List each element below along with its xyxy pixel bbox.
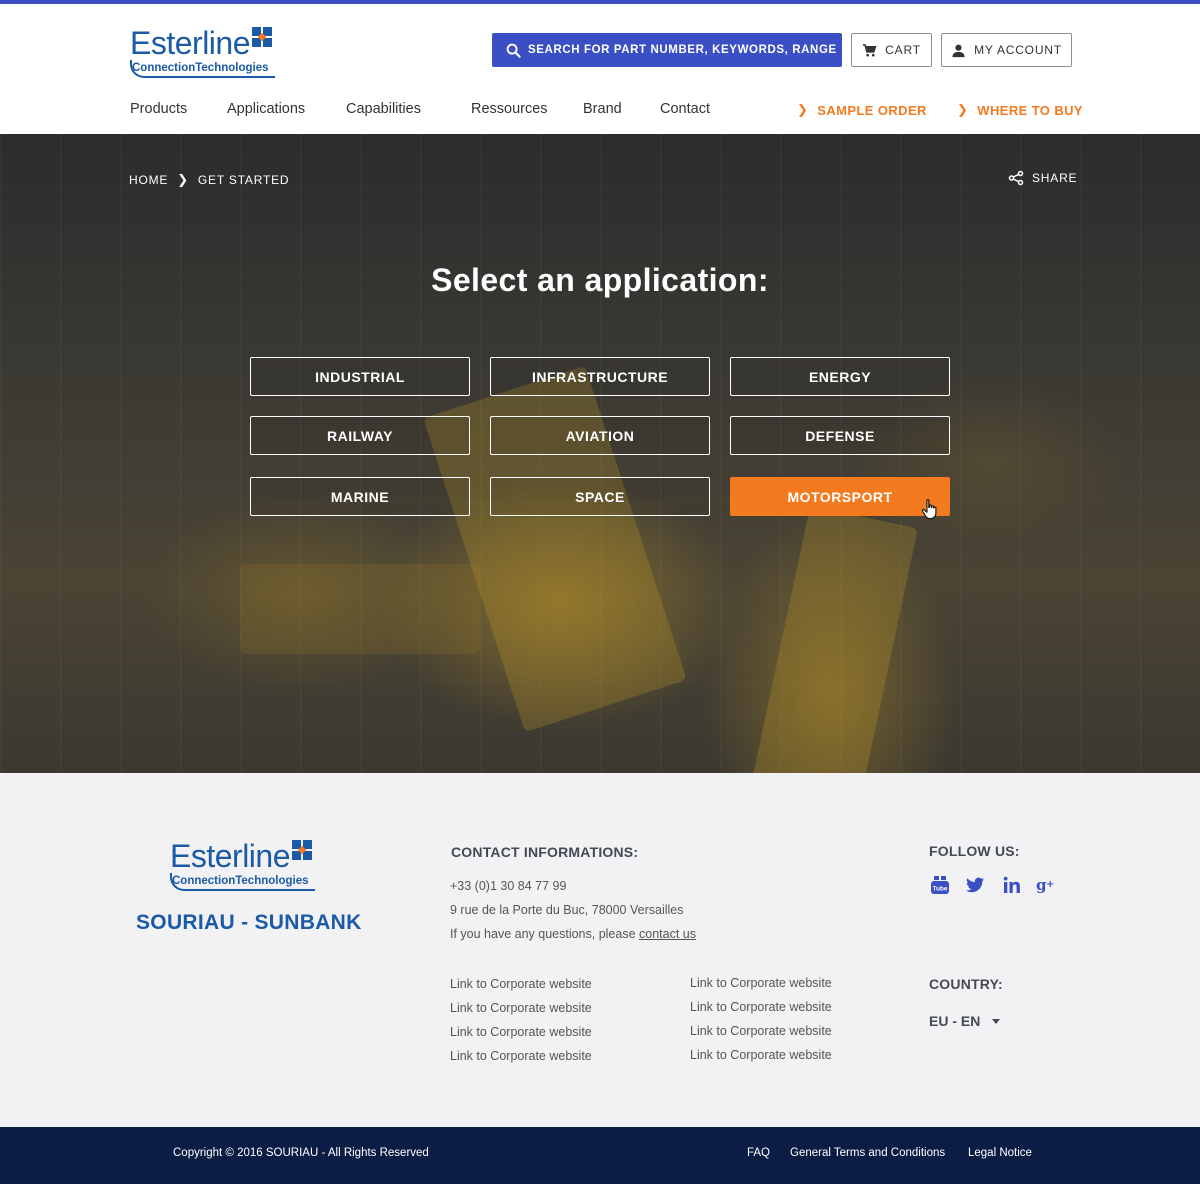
search-icon bbox=[506, 43, 521, 58]
nav-brand[interactable]: Brand bbox=[583, 101, 622, 117]
sample-order-label: Sample order bbox=[817, 102, 927, 118]
logo-subtitle: ConnectionTechnologies bbox=[172, 875, 309, 887]
share-label: Share bbox=[1032, 171, 1078, 185]
contact-heading: CONTACT INFORMATIONS: bbox=[451, 844, 639, 860]
logo-square-icon bbox=[292, 840, 312, 860]
breadcrumb-home[interactable]: Home bbox=[129, 173, 168, 187]
hero-background-machine bbox=[240, 564, 480, 654]
cart-icon bbox=[863, 43, 877, 56]
sample-order-link[interactable]: ❯ Sample order bbox=[797, 102, 927, 118]
nav-capabilities[interactable]: Capabilities bbox=[346, 101, 421, 117]
chevron-right-icon: ❯ bbox=[957, 102, 969, 117]
corporate-link[interactable]: Link to Corporate website bbox=[450, 977, 592, 991]
search-label: Search for part number, keywords, range bbox=[528, 44, 837, 56]
search-button[interactable]: Search for part number, keywords, range bbox=[492, 33, 842, 67]
corporate-link[interactable]: Link to Corporate website bbox=[450, 1001, 592, 1015]
application-energy-button[interactable]: Energy bbox=[730, 357, 950, 396]
share-button[interactable]: Share bbox=[1008, 170, 1077, 186]
site-header: Esterline ConnectionTechnologies Search … bbox=[0, 4, 1200, 134]
application-railway-button[interactable]: Railway bbox=[250, 416, 470, 455]
terms-link[interactable]: General Terms and Conditions bbox=[790, 1147, 945, 1159]
application-marine-button[interactable]: Marine bbox=[250, 477, 470, 516]
corporate-link[interactable]: Link to Corporate website bbox=[690, 976, 832, 990]
contact-phone: +33 (0)1 30 84 77 99 bbox=[450, 879, 567, 893]
hero-section: Home ❯ Get started Share Select an appli… bbox=[0, 134, 1200, 773]
application-aviation-button[interactable]: Aviation bbox=[490, 416, 710, 455]
application-motorsport-button[interactable]: Motorsport bbox=[730, 477, 950, 516]
chevron-right-icon: ❯ bbox=[177, 172, 189, 187]
esterline-logo[interactable]: Esterline ConnectionTechnologies bbox=[130, 26, 280, 82]
corporate-link[interactable]: Link to Corporate website bbox=[690, 1024, 832, 1038]
logo-square-icon bbox=[252, 27, 272, 47]
application-industrial-button[interactable]: Industrial bbox=[250, 357, 470, 396]
souriau-sunbank-brand: SOURIAU - SUNBANK bbox=[136, 911, 362, 934]
application-infrastructure-button[interactable]: Infrastructure bbox=[490, 357, 710, 396]
country-selector[interactable]: EU - EN bbox=[929, 1013, 1001, 1029]
nav-contact[interactable]: Contact bbox=[660, 101, 710, 117]
corporate-link[interactable]: Link to Corporate website bbox=[690, 1048, 832, 1062]
user-icon bbox=[952, 44, 965, 57]
faq-link[interactable]: FAQ bbox=[747, 1147, 770, 1159]
where-to-buy-link[interactable]: ❯ Where to buy bbox=[957, 102, 1083, 118]
google-plus-icon[interactable]: g + bbox=[1035, 874, 1057, 896]
chevron-right-icon: ❯ bbox=[797, 102, 809, 117]
hand-pointer-cursor-icon bbox=[921, 499, 937, 520]
nav-applications[interactable]: Applications bbox=[227, 101, 305, 117]
breadcrumb-current: Get started bbox=[197, 173, 290, 187]
logo-wordmark: Esterline bbox=[170, 838, 291, 874]
my-account-label: My Account bbox=[974, 43, 1062, 57]
country-value: EU - EN bbox=[929, 1013, 981, 1029]
logo-subtitle: ConnectionTechnologies bbox=[132, 62, 269, 74]
hero-background-robot-arm bbox=[752, 505, 918, 773]
copyright-bar: Copyright © 2016 SOURIAU - All Rights Re… bbox=[0, 1127, 1200, 1184]
contact-address: 9 rue de la Porte du Buc, 78000 Versaill… bbox=[450, 903, 684, 917]
twitter-icon[interactable] bbox=[964, 874, 986, 896]
logo-wordmark: Esterline bbox=[130, 25, 251, 61]
site-footer: Esterline ConnectionTechnologies SOURIAU… bbox=[0, 773, 1200, 1127]
caret-down-icon bbox=[992, 1018, 1001, 1024]
breadcrumb: Home ❯ Get started bbox=[129, 172, 289, 188]
contact-us-link[interactable]: contact us bbox=[639, 927, 696, 941]
svg-text:+: + bbox=[1046, 879, 1054, 890]
cart-label: Cart bbox=[885, 43, 921, 57]
page-title: Select an application: bbox=[431, 262, 769, 298]
corporate-link[interactable]: Link to Corporate website bbox=[450, 1025, 592, 1039]
corporate-link[interactable]: Link to Corporate website bbox=[690, 1000, 832, 1014]
nav-ressources[interactable]: Ressources bbox=[471, 101, 548, 117]
share-icon bbox=[1008, 170, 1024, 186]
my-account-button[interactable]: My Account bbox=[941, 33, 1072, 67]
nav-products[interactable]: Products bbox=[130, 101, 187, 117]
youtube-icon[interactable]: Tube bbox=[929, 874, 951, 896]
contact-question-text: If you have any questions, please bbox=[450, 927, 640, 941]
footer-esterline-logo[interactable]: Esterline ConnectionTechnologies bbox=[170, 839, 320, 895]
contact-question: If you have any questions, please contac… bbox=[450, 927, 696, 941]
copyright-text: Copyright © 2016 SOURIAU - All Rights Re… bbox=[173, 1147, 429, 1159]
where-to-buy-label: Where to buy bbox=[977, 102, 1083, 118]
application-space-button[interactable]: Space bbox=[490, 477, 710, 516]
application-defense-button[interactable]: Defense bbox=[730, 416, 950, 455]
cart-button[interactable]: Cart bbox=[851, 33, 932, 67]
country-heading: COUNTRY: bbox=[929, 976, 1003, 992]
corporate-link[interactable]: Link to Corporate website bbox=[450, 1049, 592, 1063]
follow-heading: FOLLOW US: bbox=[929, 843, 1020, 859]
legal-notice-link[interactable]: Legal Notice bbox=[968, 1147, 1032, 1159]
linkedin-icon[interactable] bbox=[1001, 874, 1023, 896]
svg-text:Tube: Tube bbox=[932, 886, 947, 893]
